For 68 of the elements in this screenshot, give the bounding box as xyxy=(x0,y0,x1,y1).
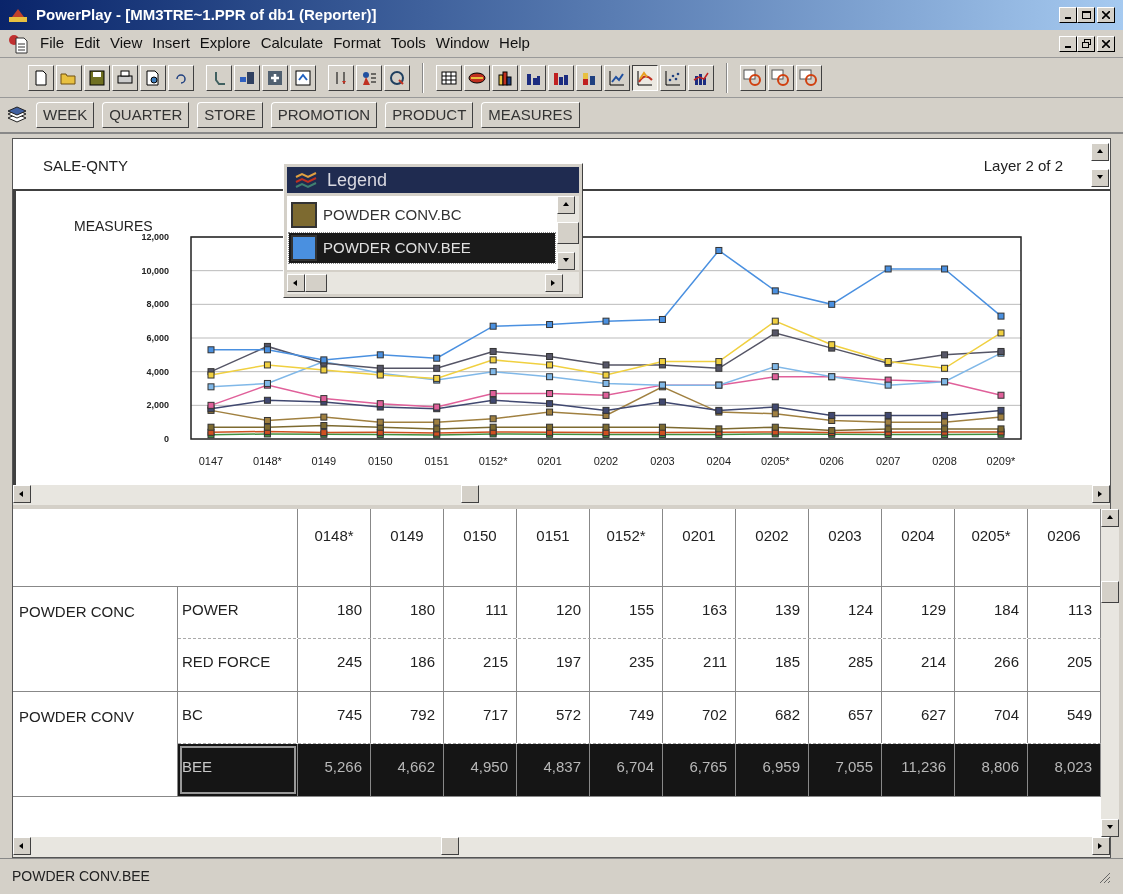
y-tick-label: 4,000 xyxy=(146,366,169,377)
legend-title: Legend xyxy=(327,168,388,192)
x-tick-label: 0209* xyxy=(986,455,1016,467)
y-tick-label: 10,000 xyxy=(141,265,169,276)
table-cell: 266 xyxy=(955,639,1028,691)
table-cell: 6,765 xyxy=(663,744,736,796)
table-cell: 186 xyxy=(371,639,444,691)
table-cell: 7,055 xyxy=(809,744,882,796)
table-cell: 704 xyxy=(955,692,1028,743)
table-cell: 717 xyxy=(444,692,517,743)
x-tick-label: 0152* xyxy=(478,455,508,467)
table-cell: 120 xyxy=(517,587,590,638)
x-tick-label: 0148* xyxy=(253,455,282,467)
x-tick-label: 0149 xyxy=(311,455,337,467)
table-cell: 139 xyxy=(736,587,809,638)
x-tick-label: 0151 xyxy=(424,455,449,467)
table-cell: 180 xyxy=(371,587,444,638)
table-cell: 5,266 xyxy=(298,744,371,796)
table-cell: 11,236 xyxy=(882,744,955,796)
table-cell: 245 xyxy=(298,639,371,691)
table-cell: 745 xyxy=(298,692,371,743)
table-cell: 124 xyxy=(809,587,882,638)
x-tick-label: 0206 xyxy=(819,455,844,467)
measure-label: SALE-QNTY xyxy=(43,156,129,176)
table-cell: 749 xyxy=(590,692,663,743)
table-cell: 285 xyxy=(809,639,882,691)
y-tick-label: 12,000 xyxy=(141,232,169,242)
table-cell: 4,950 xyxy=(444,744,517,796)
table-cell: 129 xyxy=(882,587,955,638)
table-cell: 6,959 xyxy=(736,744,809,796)
x-tick-label: 0150 xyxy=(368,455,393,467)
table-cell: 163 xyxy=(663,587,736,638)
status-text: POWDER CONV.BEE xyxy=(12,867,151,886)
table-cell: 180 xyxy=(298,587,371,638)
table-cell: 155 xyxy=(590,587,663,638)
table-cell: 8,806 xyxy=(955,744,1028,796)
table-cell: 214 xyxy=(882,639,955,691)
x-tick-label: 0204 xyxy=(706,455,732,467)
x-tick-label: 0203 xyxy=(650,455,675,467)
table-cell: 211 xyxy=(663,639,736,691)
x-tick-label: 0147 xyxy=(198,455,224,467)
y-tick-label: 8,000 xyxy=(146,299,169,310)
window-title: PowerPlay - [MM3TRE~1.PPR of db1 (Reporter)] xyxy=(36,4,378,25)
table-cell: 4,837 xyxy=(517,744,590,796)
table-cell: 111 xyxy=(444,587,517,638)
x-tick-label: 0205* xyxy=(760,455,790,467)
table-cell: 792 xyxy=(371,692,444,743)
axis-title: MEASURES xyxy=(74,218,153,234)
table-cell: 657 xyxy=(809,692,882,743)
x-tick-label: 0207 xyxy=(875,455,901,467)
table-cell: 6,704 xyxy=(590,744,663,796)
layer-label: Layer 2 of 2 xyxy=(983,156,1064,176)
table-cell: 627 xyxy=(882,692,955,743)
table-cell: 4,662 xyxy=(371,744,444,796)
table-cell: 235 xyxy=(590,639,663,691)
y-tick-label: 6,000 xyxy=(146,333,169,343)
x-tick-label: 0202 xyxy=(593,455,619,467)
y-tick-label: 0 xyxy=(164,434,169,444)
table-cell: 184 xyxy=(955,587,1028,638)
table-cell: 572 xyxy=(517,692,590,743)
x-tick-label: 0201 xyxy=(537,455,562,467)
table-cell: 185 xyxy=(736,639,809,691)
table-cell: 197 xyxy=(517,639,590,691)
table-cell: 215 xyxy=(444,639,517,691)
y-tick-label: 2,000 xyxy=(146,400,169,411)
x-tick-label: 0208 xyxy=(932,455,957,467)
table-cell: 702 xyxy=(663,692,736,743)
table-cell: 682 xyxy=(736,692,809,743)
